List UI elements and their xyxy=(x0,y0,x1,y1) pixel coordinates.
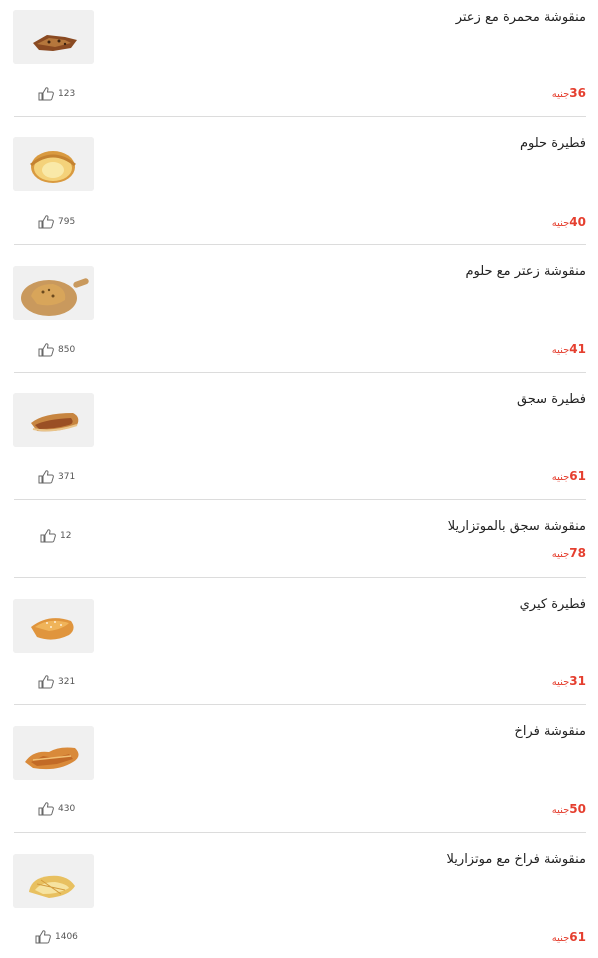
like-count: 850 xyxy=(58,345,76,355)
thumbs-up-icon xyxy=(38,470,54,484)
menu-item[interactable]: منقوشة سجق بالموتزاريلا 78جنيه 12 xyxy=(12,515,586,578)
like-button[interactable]: 321 xyxy=(38,675,75,689)
like-button[interactable]: 795 xyxy=(38,215,75,229)
menu-item[interactable]: فطيرة كيري 31جنيه 321 xyxy=(12,593,586,705)
thumbs-up-icon xyxy=(38,802,54,816)
item-image[interactable] xyxy=(13,137,94,191)
item-name: فطيرة سجق xyxy=(516,392,586,407)
thumbs-up-icon xyxy=(40,529,56,543)
like-count: 371 xyxy=(58,472,76,482)
thumbs-up-icon xyxy=(38,675,54,689)
like-button[interactable]: 1406 xyxy=(35,930,78,944)
thumbs-up-icon xyxy=(38,87,54,101)
item-image[interactable] xyxy=(13,726,94,780)
item-name: فطيرة حلوم xyxy=(519,136,586,151)
item-name: منقوشة سجق بالموتزاريلا xyxy=(447,519,586,534)
like-button[interactable]: 430 xyxy=(38,802,75,816)
item-image[interactable] xyxy=(13,599,94,653)
thumbs-up-icon xyxy=(38,215,54,229)
item-name: منقوشة زعتر مع حلوم xyxy=(465,264,586,279)
item-price: 78جنيه xyxy=(551,546,586,560)
item-price: 50جنيه xyxy=(551,802,586,816)
like-button[interactable]: 123 xyxy=(38,87,75,101)
item-price: 40جنيه xyxy=(551,215,586,229)
like-count: 430 xyxy=(58,804,76,814)
like-count: 321 xyxy=(58,677,76,687)
item-price: 61جنيه xyxy=(551,930,586,944)
item-name: منقوشة فراخ مع موتزاريلا xyxy=(446,852,586,867)
menu-item[interactable]: منقوشة فراخ 50جنيه 430 xyxy=(12,720,586,833)
like-count: 12 xyxy=(60,531,72,541)
item-image[interactable] xyxy=(13,393,94,447)
menu-item[interactable]: منقوشة زعتر مع حلوم 41جنيه 850 xyxy=(12,260,586,373)
menu-item[interactable]: منقوشة فراخ مع موتزاريلا 61جنيه 1406 xyxy=(12,848,586,954)
item-name: منقوشة فراخ xyxy=(514,724,586,739)
menu-list: منقوشة محمرة مع زعتر 36جنيه 123 فطيرة حل… xyxy=(0,0,598,958)
menu-item[interactable]: منقوشة محمرة مع زعتر 36جنيه 123 xyxy=(12,6,586,117)
thumbs-up-icon xyxy=(35,930,51,944)
thumbs-up-icon xyxy=(38,343,54,357)
like-count: 123 xyxy=(58,89,76,99)
like-button[interactable]: 850 xyxy=(38,343,75,357)
item-price: 31جنيه xyxy=(551,674,586,688)
like-button[interactable]: 371 xyxy=(38,470,75,484)
like-button[interactable]: 12 xyxy=(40,529,71,543)
menu-item[interactable]: فطيرة حلوم 40جنيه 795 xyxy=(12,132,586,245)
item-name: فطيرة كيري xyxy=(519,597,586,612)
item-price: 36جنيه xyxy=(551,86,586,100)
item-price: 61جنيه xyxy=(551,469,586,483)
menu-item[interactable]: فطيرة سجق 61جنيه 371 xyxy=(12,388,586,500)
like-count: 795 xyxy=(58,217,76,227)
item-image[interactable] xyxy=(13,266,94,320)
item-name: منقوشة محمرة مع زعتر xyxy=(455,10,586,25)
item-price: 41جنيه xyxy=(551,342,586,356)
like-count: 1406 xyxy=(55,932,78,942)
item-image[interactable] xyxy=(13,10,94,64)
item-image[interactable] xyxy=(13,854,94,908)
